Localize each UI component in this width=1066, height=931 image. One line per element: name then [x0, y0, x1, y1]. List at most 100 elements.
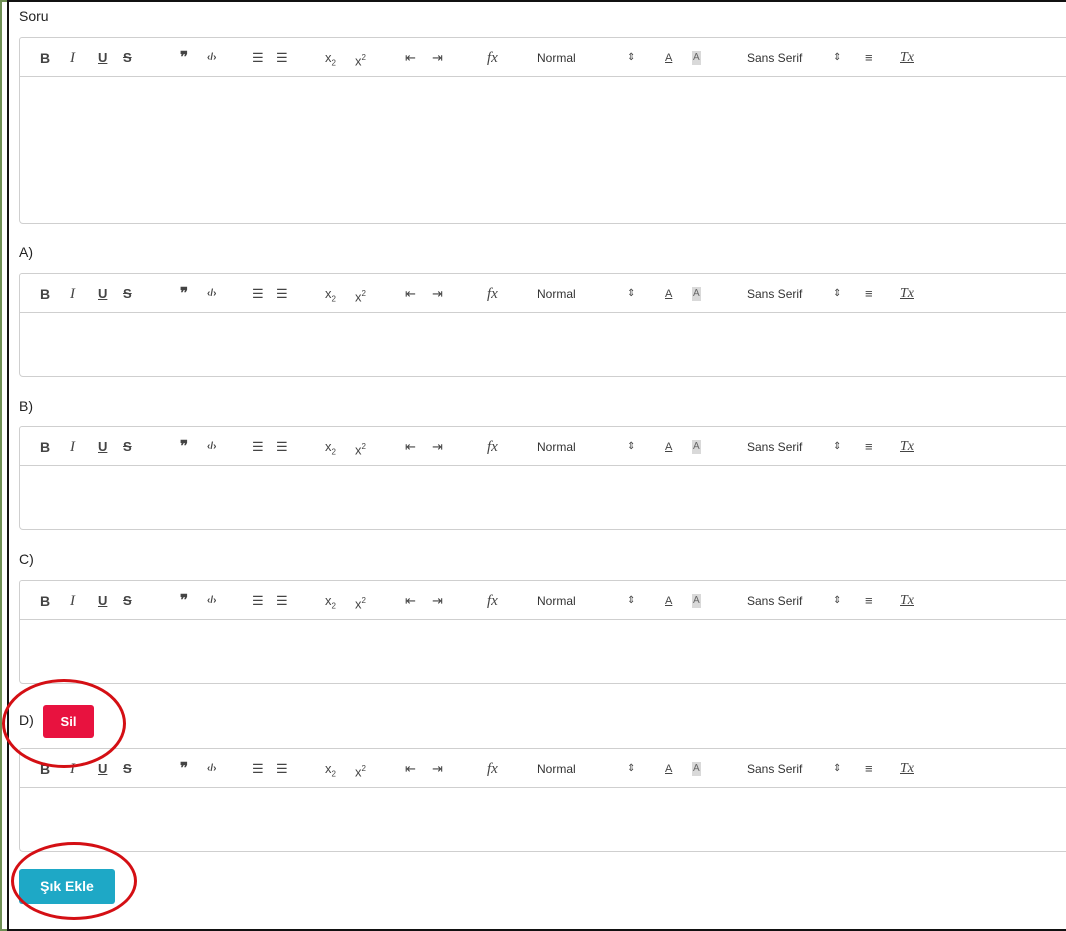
superscript-button[interactable]: x2: [355, 749, 366, 789]
bold-button[interactable]: B: [40, 274, 50, 314]
bullet-list-button[interactable]: ☰: [276, 581, 288, 621]
formula-button[interactable]: fx: [487, 38, 498, 78]
ordered-list-button[interactable]: ☰: [252, 749, 264, 789]
subscript-button[interactable]: x2: [325, 274, 336, 314]
bullet-list-button[interactable]: ☰: [276, 749, 288, 789]
bold-button[interactable]: B: [40, 581, 50, 621]
clean-format-button[interactable]: Tx: [900, 581, 914, 621]
option-c-editor[interactable]: [19, 620, 1066, 684]
italic-button[interactable]: I: [70, 274, 75, 314]
underline-button[interactable]: U: [98, 38, 107, 78]
outdent-button[interactable]: ⇤: [405, 427, 416, 467]
subscript-button[interactable]: x2: [325, 38, 336, 78]
font-select[interactable]: Sans Serif: [747, 749, 802, 789]
font-select[interactable]: Sans Serif: [747, 274, 802, 314]
code-block-button[interactable]: ‹/›: [207, 581, 216, 621]
blockquote-button[interactable]: ❞: [180, 581, 188, 621]
subscript-button[interactable]: x2: [325, 581, 336, 621]
clean-format-button[interactable]: Tx: [900, 427, 914, 467]
option-b-editor[interactable]: [19, 466, 1066, 530]
bold-button[interactable]: B: [40, 427, 50, 467]
ordered-list-button[interactable]: ☰: [252, 274, 264, 314]
size-select[interactable]: Normal: [537, 38, 576, 78]
bullet-list-button[interactable]: ☰: [276, 38, 288, 78]
italic-button[interactable]: I: [70, 749, 75, 789]
blockquote-button[interactable]: ❞: [180, 38, 188, 78]
size-select[interactable]: Normal: [537, 749, 576, 789]
subscript-button[interactable]: x2: [325, 427, 336, 467]
italic-button[interactable]: I: [70, 38, 75, 78]
strike-button[interactable]: S: [123, 427, 132, 467]
bullet-list-button[interactable]: ☰: [276, 274, 288, 314]
font-color-button[interactable]: A: [665, 38, 672, 78]
indent-button[interactable]: ⇥: [432, 749, 443, 789]
strike-button[interactable]: S: [123, 38, 132, 78]
blockquote-button[interactable]: ❞: [180, 274, 188, 314]
delete-button[interactable]: Sil: [43, 705, 94, 738]
bullet-list-button[interactable]: ☰: [276, 427, 288, 467]
indent-button[interactable]: ⇥: [432, 581, 443, 621]
strike-button[interactable]: S: [123, 749, 132, 789]
align-button[interactable]: ≡: [865, 38, 873, 78]
superscript-button[interactable]: x2: [355, 38, 366, 78]
font-color-button[interactable]: A: [665, 427, 672, 467]
formula-button[interactable]: fx: [487, 427, 498, 467]
font-color-button[interactable]: A: [665, 274, 672, 314]
code-block-button[interactable]: ‹/›: [207, 749, 216, 789]
superscript-button[interactable]: x2: [355, 581, 366, 621]
size-select[interactable]: Normal: [537, 274, 576, 314]
code-block-button[interactable]: ‹/›: [207, 38, 216, 78]
size-select[interactable]: Normal: [537, 427, 576, 467]
formula-button[interactable]: fx: [487, 581, 498, 621]
align-button[interactable]: ≡: [865, 274, 873, 314]
bold-button[interactable]: B: [40, 38, 50, 78]
size-select[interactable]: Normal: [537, 581, 576, 621]
font-select[interactable]: Sans Serif: [747, 38, 802, 78]
question-editor[interactable]: [19, 77, 1066, 224]
indent-button[interactable]: ⇥: [432, 427, 443, 467]
italic-button[interactable]: I: [70, 427, 75, 467]
outdent-button[interactable]: ⇤: [405, 274, 416, 314]
background-color-button[interactable]: A: [692, 594, 701, 608]
underline-button[interactable]: U: [98, 274, 107, 314]
indent-button[interactable]: ⇥: [432, 274, 443, 314]
background-color-button[interactable]: A: [692, 762, 701, 776]
ordered-list-button[interactable]: ☰: [252, 581, 264, 621]
formula-button[interactable]: fx: [487, 274, 498, 314]
outdent-button[interactable]: ⇤: [405, 581, 416, 621]
superscript-button[interactable]: x2: [355, 274, 366, 314]
option-a-editor[interactable]: [19, 313, 1066, 377]
align-button[interactable]: ≡: [865, 749, 873, 789]
background-color-button[interactable]: A: [692, 440, 701, 454]
align-button[interactable]: ≡: [865, 427, 873, 467]
clean-format-button[interactable]: Tx: [900, 38, 914, 78]
background-color-button[interactable]: A: [692, 51, 701, 65]
strike-button[interactable]: S: [123, 581, 132, 621]
ordered-list-button[interactable]: ☰: [252, 38, 264, 78]
ordered-list-button[interactable]: ☰: [252, 427, 264, 467]
font-color-button[interactable]: A: [665, 749, 672, 789]
indent-button[interactable]: ⇥: [432, 38, 443, 78]
bold-button[interactable]: B: [40, 749, 50, 789]
font-color-button[interactable]: A: [665, 581, 672, 621]
code-block-button[interactable]: ‹/›: [207, 427, 216, 467]
underline-button[interactable]: U: [98, 427, 107, 467]
add-option-button[interactable]: Şık Ekle: [19, 869, 115, 904]
option-d-editor[interactable]: [19, 788, 1066, 852]
outdent-button[interactable]: ⇤: [405, 749, 416, 789]
font-select[interactable]: Sans Serif: [747, 427, 802, 467]
subscript-button[interactable]: x2: [325, 749, 336, 789]
underline-button[interactable]: U: [98, 749, 107, 789]
strike-button[interactable]: S: [123, 274, 132, 314]
clean-format-button[interactable]: Tx: [900, 749, 914, 789]
italic-button[interactable]: I: [70, 581, 75, 621]
blockquote-button[interactable]: ❞: [180, 427, 188, 467]
background-color-button[interactable]: A: [692, 287, 701, 301]
formula-button[interactable]: fx: [487, 749, 498, 789]
blockquote-button[interactable]: ❞: [180, 749, 188, 789]
align-button[interactable]: ≡: [865, 581, 873, 621]
outdent-button[interactable]: ⇤: [405, 38, 416, 78]
superscript-button[interactable]: x2: [355, 427, 366, 467]
clean-format-button[interactable]: Tx: [900, 274, 914, 314]
code-block-button[interactable]: ‹/›: [207, 274, 216, 314]
